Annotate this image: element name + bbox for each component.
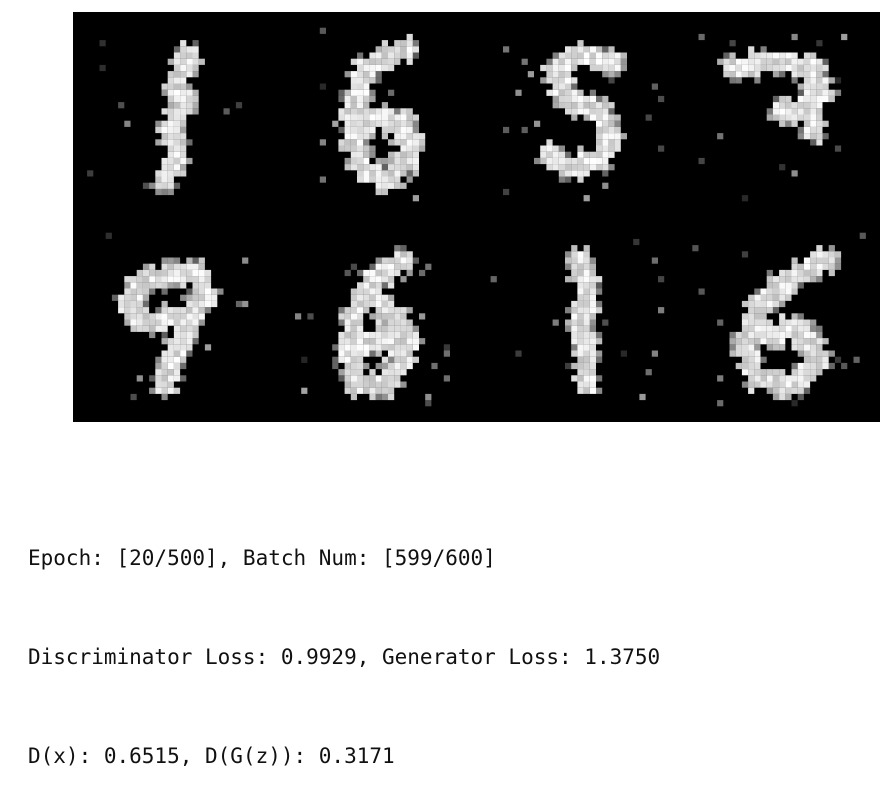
generated-samples-grid [73,12,880,422]
generated-samples-svg [87,27,866,407]
log-line-epoch: Epoch: [20/500], Batch Num: [599/600] [28,546,496,570]
training-log: Epoch: [20/500], Batch Num: [599/600] Di… [28,476,660,806]
log-line-loss: Discriminator Loss: 0.9929, Generator Lo… [28,645,661,669]
generated-digit-sample [692,232,866,407]
generated-digit-sample [105,232,249,401]
generated-digit-sample [319,27,426,202]
generated-digit-sample [295,245,450,407]
generated-digit-sample [503,40,665,202]
generated-digit-sample [490,238,665,401]
log-line-probabilities: D(x): 0.6515, D(G(z)): 0.3171 [28,744,395,768]
generated-digit-sample [87,40,243,196]
generated-digit-sample [698,33,848,202]
